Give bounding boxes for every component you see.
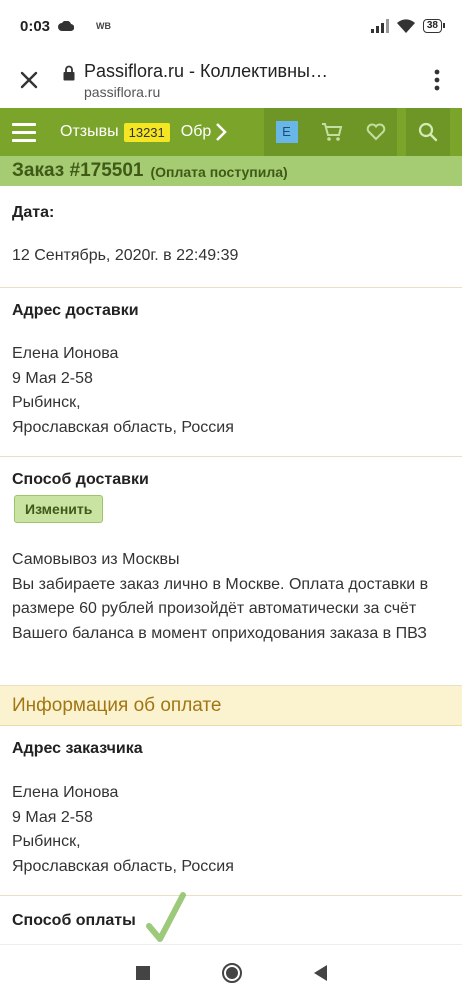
chevron-right-icon[interactable] xyxy=(215,122,228,142)
battery-icon: 38 xyxy=(422,19,446,33)
customer-street: 9 Мая 2-58 xyxy=(12,808,93,826)
cart-icon[interactable] xyxy=(321,122,343,142)
order-number: Заказ #175501 xyxy=(12,160,144,181)
status-time: 0:03 xyxy=(20,17,51,35)
date-value: 12 Сентябрь, 2020г. в 22:49:39 xyxy=(12,247,239,264)
nav-user-tools: E xyxy=(264,108,397,156)
address-bar[interactable]: Passiflora.ru - Коллективны… passiflora.… xyxy=(80,61,412,100)
payment-method-label: Способ оплаты xyxy=(12,912,136,929)
customer-name: Елена Ионова xyxy=(12,784,119,801)
close-tab-button[interactable] xyxy=(0,52,58,108)
customer-address-label: Адрес заказчика xyxy=(12,740,143,757)
search-icon xyxy=(418,122,438,142)
payment-info-heading: Информация об оплате xyxy=(0,686,462,726)
search-button[interactable] xyxy=(406,108,450,156)
nav-reviews-label: Отзывы xyxy=(60,123,119,140)
browser-menu-button[interactable] xyxy=(412,69,462,91)
delivery-address-section: Адрес доставки Елена Ионова 9 Мая 2-58 Р… xyxy=(0,288,462,457)
checkmark-icon xyxy=(146,892,186,942)
heart-icon[interactable] xyxy=(366,123,386,141)
delivery-street: 9 Мая 2-58 xyxy=(12,369,93,387)
more-vert-icon xyxy=(434,69,440,91)
delivery-method-label: Способ доставки xyxy=(12,471,149,488)
lock-icon[interactable] xyxy=(58,65,80,81)
delivery-region: Ярославская область, Россия xyxy=(12,418,234,436)
date-section: Дата: 12 Сентябрь, 2020г. в 22:49:39 xyxy=(0,186,462,288)
delivery-method-name: Самовывоз из Москвы xyxy=(12,551,180,568)
page-title: Passiflora.ru - Коллективны… xyxy=(84,60,328,81)
delivery-address-label: Адрес доставки xyxy=(12,302,139,319)
status-bar: 0:03 WB 38 xyxy=(0,0,462,52)
order-header: Заказ #175501 (Оплата поступила) xyxy=(0,156,462,186)
status-carrier: WB xyxy=(96,21,112,31)
delivery-name: Елена Ионова xyxy=(12,345,119,362)
date-label: Дата: xyxy=(12,204,55,221)
system-nav-bar xyxy=(0,944,462,1000)
back-icon[interactable] xyxy=(313,964,327,981)
order-status: (Оплата поступила) xyxy=(150,164,288,180)
customer-city: Рыбинск, xyxy=(12,833,81,850)
cloud-icon xyxy=(58,21,75,31)
reviews-count-badge: 13231 xyxy=(123,122,170,142)
wifi-icon xyxy=(396,19,415,33)
order-details: Дата: 12 Сентябрь, 2020г. в 22:49:39 Адр… xyxy=(0,186,462,956)
delivery-city: Рыбинск, xyxy=(12,394,81,411)
close-icon xyxy=(20,71,38,89)
nav-next-link[interactable]: Обр xyxy=(181,123,212,141)
delivery-method-description: Вы забираете заказ лично в Москве. Оплат… xyxy=(12,575,429,642)
user-avatar[interactable]: E xyxy=(275,121,298,143)
browser-toolbar: Passiflora.ru - Коллективны… passiflora.… xyxy=(0,52,462,108)
nav-reviews-link[interactable]: Отзывы 13231 xyxy=(60,122,170,142)
recent-apps-icon[interactable] xyxy=(135,965,150,980)
delivery-method-section: Способ доставки Изменить Самовывоз из Мо… xyxy=(0,457,462,686)
site-navbar: Отзывы 13231 Обр E xyxy=(0,108,462,156)
customer-region: Ярославская область, Россия xyxy=(12,857,234,875)
home-icon[interactable] xyxy=(221,962,242,983)
menu-icon[interactable] xyxy=(0,108,48,156)
customer-address-section: Адрес заказчика Елена Ионова 9 Мая 2-58 … xyxy=(0,726,462,896)
page-url: passiflora.ru xyxy=(84,83,161,100)
signal-icon xyxy=(370,19,389,33)
change-delivery-button[interactable]: Изменить xyxy=(14,495,104,523)
